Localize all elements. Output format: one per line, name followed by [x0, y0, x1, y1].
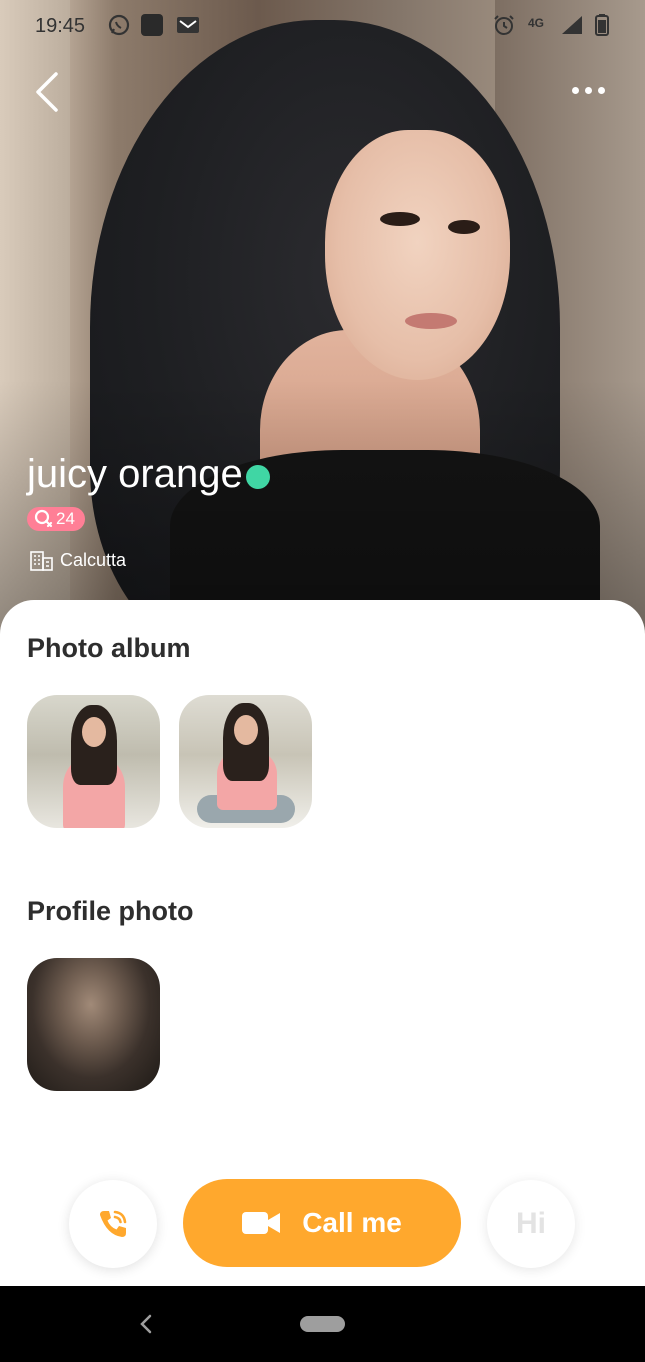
chevron-left-icon [36, 72, 58, 112]
status-time: 19:45 [35, 15, 86, 37]
back-button[interactable] [28, 68, 72, 116]
more-dots-icon [571, 86, 579, 94]
profile-name-row: juicy orange [27, 452, 270, 497]
video-call-label: Call me [302, 1207, 402, 1238]
whatsapp-icon [107, 14, 131, 36]
photo-album-title: Photo album [27, 633, 191, 663]
system-home-button[interactable] [300, 1316, 345, 1332]
location-row: Calcutta [30, 549, 126, 571]
age-value: 24 [56, 509, 75, 528]
system-back-icon [140, 1314, 152, 1334]
network-type: 4G [528, 16, 545, 30]
age-badge: 24 [27, 507, 85, 531]
building-icon [30, 551, 53, 571]
video-camera-icon [242, 1212, 281, 1234]
battery-icon [594, 14, 610, 36]
album-photo-2[interactable] [179, 695, 312, 828]
profile-photo-title: Profile photo [27, 896, 194, 926]
voice-call-button[interactable] [69, 1180, 157, 1268]
alarm-icon [492, 14, 516, 36]
say-hi-button[interactable]: Hi [487, 1180, 575, 1268]
signal-icon [560, 14, 584, 36]
more-options-button[interactable] [560, 70, 616, 110]
profile-photo-thumbnail[interactable] [27, 958, 160, 1091]
city-name: Calcutta [60, 549, 127, 570]
album-photo-1[interactable] [27, 695, 160, 828]
phone-call-icon [100, 1210, 127, 1237]
profile-name: juicy orange [27, 452, 243, 496]
app-icon [141, 14, 163, 36]
profile-hero-photo [0, 0, 645, 640]
gmail-icon [176, 14, 200, 36]
system-back-button[interactable] [138, 1314, 154, 1339]
video-call-button[interactable]: Call me [183, 1179, 461, 1267]
online-status-dot [245, 464, 270, 489]
say-hi-label: Hi [516, 1207, 546, 1240]
female-icon [34, 509, 53, 528]
status-bar: 19:45 4G [0, 0, 645, 54]
